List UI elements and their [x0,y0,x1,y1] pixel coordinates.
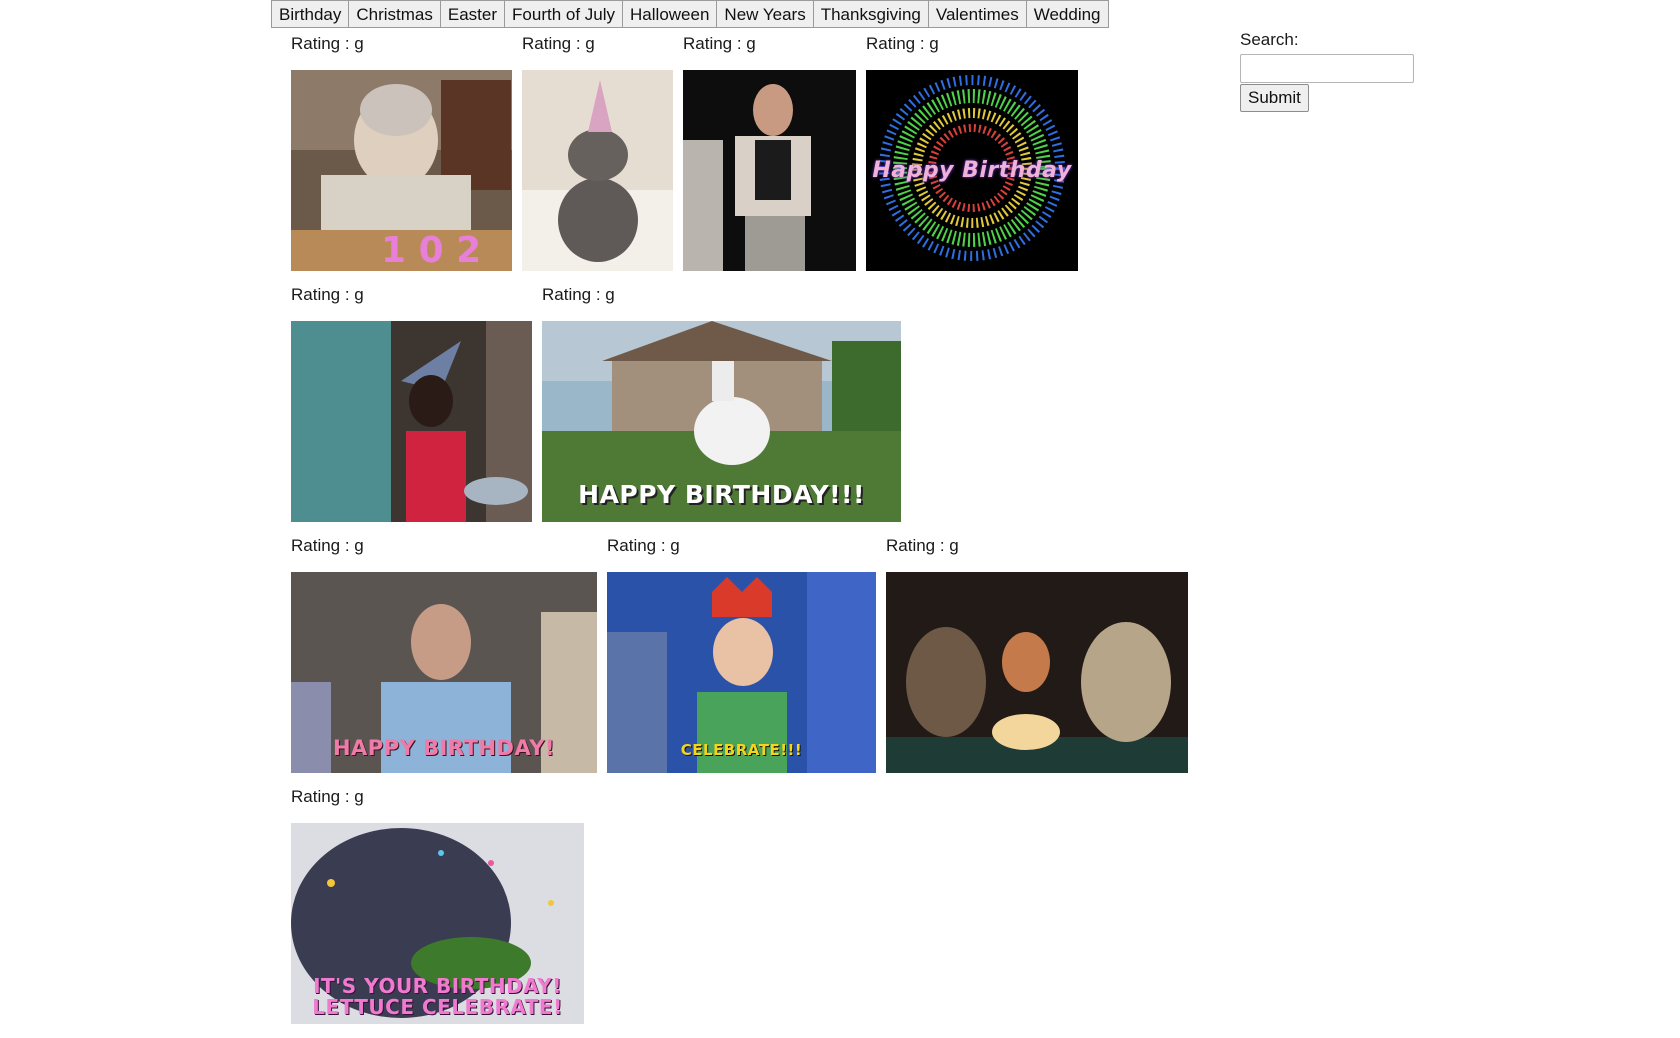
gif-image-lettuce-chinchilla[interactable]: IT'S YOUR BIRTHDAY! LETTUCE CELEBRATE! [291,823,584,1024]
search-label: Search: [1240,30,1299,49]
gif-row: Rating : g Rating : g HAPPY BIRTHDAY!!! [291,285,1211,536]
search-input[interactable] [1240,54,1414,83]
gif-caption: HAPPY BIRTHDAY!!! [578,479,865,509]
gif-rating: Rating : g [291,285,364,304]
gif-rating: Rating : g [886,536,959,555]
gif-image-grandma-cake[interactable]: 1 0 2 [291,70,512,271]
gif-card: Rating : g HAPPY BIRTHDAY! [291,536,597,787]
submit-button[interactable]: Submit [1240,84,1309,112]
gif-caption: CELEBRATE!!! [680,741,803,760]
gif-caption: HAPPY BIRTHDAY! [332,735,556,760]
gif-image-girl-cake[interactable] [886,572,1188,773]
gif-gallery: Rating : g 1 0 2 Rating : g Rating: g R… [291,34,1211,1038]
gif-caption: Happy Birthday [872,157,1072,183]
gif-row: Rating : g IT'S YOUR BIRTHDAY! LETTUCE C… [291,787,1211,1038]
gif-image-party-hat-girl[interactable] [291,321,532,522]
gif-card: Rating : g 1 0 2 [291,34,512,285]
gif-image-party-cat[interactable] [522,70,673,271]
tab-birthday[interactable]: Birthday [271,0,350,28]
svg-text:1 0 2: 1 0 2 [381,230,481,271]
gif-row: Rating : g HAPPY BIRTHDAY! Rating : g CE… [291,536,1211,787]
gif-card: Rating : g HAPPY BIRTHDAY!!! [542,285,901,536]
gif-card: Rating : g [683,34,856,285]
tab-new-years[interactable]: New Years [717,0,814,28]
gif-card: Rating : g [886,536,1188,787]
gif-image-man-shouting[interactable] [683,70,856,271]
tab-fourth-of-july[interactable]: Fourth of July [505,0,624,28]
gif-caption: IT'S YOUR BIRTHDAY! LETTUCE CELEBRATE! [312,974,563,1019]
gif-rating: Rating : g [291,536,364,555]
search-form: Search: Submit [1240,30,1414,112]
gif-row: Rating : g 1 0 2 Rating : g Rating: g R… [291,34,1211,285]
tab-christmas[interactable]: Christmas [349,0,441,28]
tab-valentimes[interactable]: Valentimes [928,0,1027,28]
gif-rating: Rating : g [542,285,615,304]
gif-rating: Rating : g [683,34,756,53]
tab-thanksgiving[interactable]: Thanksgiving [813,0,929,28]
gif-image-fireworks[interactable]: Happy Birthday [866,70,1078,271]
tab-halloween[interactable]: Halloween [623,0,718,28]
category-tab-bar: Birthday Christmas Easter Fourth of July… [271,0,1109,28]
gif-card: Rating : g [522,34,673,285]
gif-image-crown-kid[interactable]: CELEBRATE!!! [607,572,876,773]
gif-image-mustache-man[interactable]: HAPPY BIRTHDAY! [291,572,597,773]
gif-rating: Rating : g [291,34,364,53]
gif-rating: Rating : g [607,536,680,555]
gif-rating: Rating : g [291,787,364,806]
gif-card: Rating : g Happy Birthday [866,34,1078,285]
gif-rating: Rating : g [866,34,939,53]
gif-image-zebra[interactable]: HAPPY BIRTHDAY!!! [542,321,901,522]
tab-wedding[interactable]: Wedding [1026,0,1109,28]
tab-easter[interactable]: Easter [440,0,506,28]
gif-rating: Rating : g [522,34,595,53]
gif-card: Rating : g CELEBRATE!!! [607,536,876,787]
gif-card: Rating : g [291,285,532,536]
gif-card: Rating : g IT'S YOUR BIRTHDAY! LETTUCE C… [291,787,584,1038]
